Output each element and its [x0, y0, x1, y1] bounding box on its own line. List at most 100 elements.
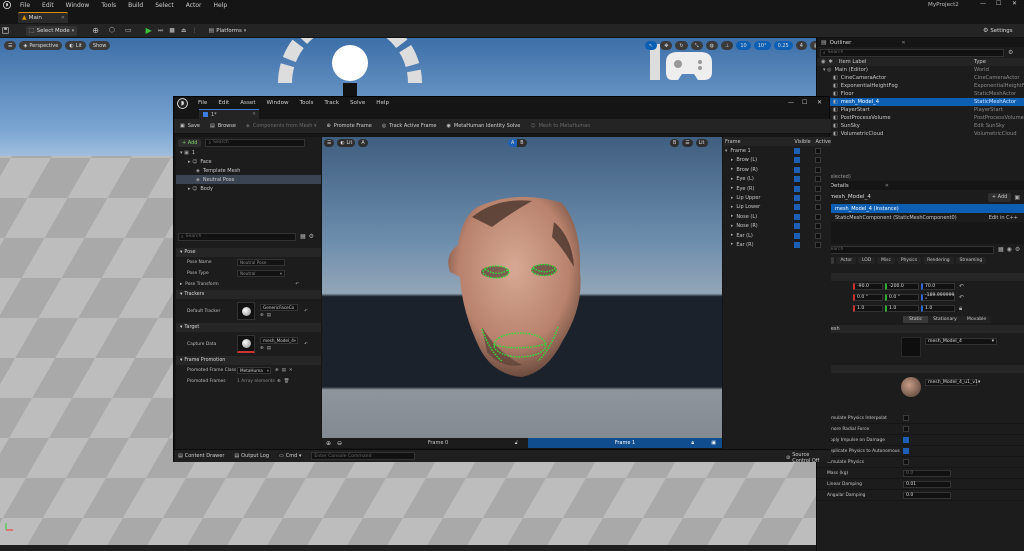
rotation-z-field[interactable]: -189.999999 °	[921, 293, 955, 303]
menu-edit[interactable]: Edit	[42, 2, 54, 9]
save-all-icon[interactable]	[2, 27, 14, 34]
expand-arrow-icon[interactable]: ▸	[731, 224, 733, 229]
tracker-row[interactable]: ▸ Eye (L)	[723, 175, 831, 184]
details-tab-misc[interactable]: Misc	[877, 256, 895, 264]
tracker-row[interactable]: ▾ Frame 1	[723, 146, 831, 155]
pose-name-field[interactable]: Neutral Pose	[237, 259, 285, 266]
tracker-visible-checkbox[interactable]	[794, 185, 801, 192]
tracker-row[interactable]: ▸ Eye (R)	[723, 184, 831, 193]
close-button[interactable]: ✕	[1012, 0, 1017, 7]
details-settings-icon[interactable]: ⚙	[1015, 246, 1020, 253]
mh-vp-b-menu-button[interactable]: ☰	[682, 139, 693, 147]
tracker-active-checkbox[interactable]	[815, 157, 822, 164]
tracker-active-checkbox[interactable]	[815, 148, 822, 155]
mh-menu-help[interactable]: Help	[376, 100, 389, 106]
lock-scale-icon[interactable]: 🔒︎	[959, 305, 962, 313]
pose-section-header[interactable]: ▾ Pose	[176, 248, 321, 257]
scale-tool-icon[interactable]: ⤡	[690, 41, 703, 50]
tracker-row[interactable]: ▸ Brow (R)	[723, 165, 831, 174]
outliner-row[interactable]: ◧ PlayerStart PlayerStart	[817, 106, 1024, 114]
property-matrix-icon[interactable]: ▦	[998, 246, 1004, 253]
expand-arrow-icon[interactable]: ▸	[731, 205, 733, 210]
delete-icon[interactable]: 🗑︎	[284, 379, 290, 384]
details-tab-rendering[interactable]: Rendering	[923, 256, 954, 264]
tracker-visible-checkbox[interactable]	[794, 232, 801, 239]
expand-arrow-icon[interactable]: ▸	[731, 177, 733, 182]
maximize-button[interactable]: ☐	[996, 0, 1001, 7]
capture-data-picker[interactable]: mesh_Model_4 ▾	[260, 337, 298, 344]
perspective-button[interactable]: ◈ Perspective	[19, 41, 63, 50]
details-tab-lod[interactable]: LOD	[858, 256, 876, 264]
mh-toolbar-metahuman-identity-solve[interactable]: ◉ MetaHuman Identity Solve	[447, 123, 521, 129]
mh-asset-tab[interactable]: 1* ✕	[199, 109, 259, 119]
outliner-close-icon[interactable]: ✕	[901, 40, 905, 46]
expand-arrow-icon[interactable]: ▸	[731, 158, 733, 163]
capture-thumbnail[interactable]	[237, 335, 255, 353]
tracker-visible-checkbox[interactable]	[794, 223, 801, 230]
reset-icon[interactable]: ↶	[304, 342, 308, 347]
property-checkbox[interactable]	[903, 437, 909, 443]
menu-help[interactable]: Help	[214, 2, 228, 9]
mobility-static[interactable]: Static	[903, 316, 929, 323]
tracker-active-checkbox[interactable]	[815, 241, 822, 248]
tree-item[interactable]: ▾ ▣ 1	[176, 148, 321, 157]
reset-location-icon[interactable]: ↶	[959, 283, 964, 290]
mh-toolbar-components-from-mesh[interactable]: ◈ Components from Mesh ▾	[246, 123, 317, 129]
tracker-row[interactable]: ▸ Brow (L)	[723, 156, 831, 165]
show-button[interactable]: Show	[88, 41, 111, 50]
col-type[interactable]: Type	[974, 59, 1024, 65]
rotation-y-field[interactable]: 0.0 °	[885, 294, 919, 301]
pose-transform-row[interactable]: ▸ Pose Transform ↶	[176, 279, 321, 290]
view-a-button[interactable]: A	[508, 139, 518, 147]
minimize-button[interactable]: —	[980, 0, 986, 7]
property-field[interactable]: 0.0	[903, 469, 951, 477]
tracker-active-checkbox[interactable]	[815, 195, 822, 202]
tracker-row[interactable]: ▸ Ear (L)	[723, 231, 831, 240]
tracker-visible-checkbox[interactable]	[794, 195, 801, 202]
mh-vp-lit-button[interactable]: ◐ Lit	[337, 139, 356, 147]
add-frame-icon[interactable]: ⊕	[326, 440, 331, 447]
tracker-row[interactable]: ▸ Ear (R)	[723, 240, 831, 249]
mh-menu-tools[interactable]: Tools	[300, 100, 314, 106]
mh-details-settings-icon[interactable]: ⚙	[309, 233, 314, 240]
property-field[interactable]: 0.0	[903, 491, 951, 499]
cmd-dropdown[interactable]: ▭ Cmd ▾	[279, 453, 301, 459]
clear-icon[interactable]: ✕	[289, 368, 293, 373]
tracker-visible-checkbox[interactable]	[794, 157, 801, 164]
mh-minimize-button[interactable]: —	[788, 99, 794, 106]
mobility-movable[interactable]: Movable	[961, 316, 992, 323]
edit-in-cpp-link[interactable]: Edit in C++	[989, 215, 1018, 221]
details-tab-streaming[interactable]: Streaming	[955, 256, 987, 264]
tree-item[interactable]: ▸ ☺ Body	[176, 184, 321, 193]
tracker-active-checkbox[interactable]	[815, 204, 822, 211]
transform-section-header[interactable]: ▾	[817, 273, 1024, 281]
details-tab-physics[interactable]: Physics	[896, 256, 922, 264]
output-log-button[interactable]: ▤ Output Log	[234, 453, 269, 459]
view-b-button[interactable]: B	[517, 139, 527, 147]
material-picker[interactable]: mesh_Model_4_u1_v1 ▾	[925, 378, 980, 386]
expand-arrow-icon[interactable]: ▸	[731, 242, 733, 247]
eye-icon[interactable]: ◉	[1007, 246, 1012, 253]
expand-arrow-icon[interactable]: ▸	[731, 214, 733, 219]
outliner-row[interactable]: ◧ mesh_Model_4 StaticMeshActor	[817, 98, 1024, 106]
tracker-visible-checkbox[interactable]	[794, 213, 801, 220]
tracker-active-checkbox[interactable]	[815, 166, 822, 173]
lit-button[interactable]: ◐ Lit	[65, 41, 86, 50]
use-selected-icon[interactable]: ⊕	[260, 346, 264, 351]
outliner-row[interactable]: ▾ ◎ Main (Editor) World	[817, 66, 1024, 74]
mh-maximize-button[interactable]: ☐	[802, 99, 807, 106]
outliner-row[interactable]: ◧ Floor StaticMeshActor	[817, 90, 1024, 98]
mh-close-button[interactable]: ✕	[817, 99, 822, 106]
details-search-input[interactable]: ⌕ Search	[820, 245, 994, 254]
play-icon[interactable]: ▶	[146, 26, 152, 35]
mh-vp-b-button[interactable]: B	[670, 139, 680, 147]
mobility-stationary[interactable]: Stationary	[928, 316, 962, 323]
outliner-row[interactable]: ◧ CineCameraActor CineCameraActor	[817, 74, 1024, 82]
mh-toolbar-save[interactable]: ▣ Save	[180, 123, 200, 129]
menu-tools[interactable]: Tools	[101, 2, 116, 9]
mh-menu-edit[interactable]: Edit	[218, 100, 229, 106]
tree-item[interactable]: ▸ ☺ Face	[176, 157, 321, 166]
mh-menu-file[interactable]: File	[198, 100, 207, 106]
blueprint-add-icon[interactable]: ▣	[1014, 194, 1020, 201]
platforms-button[interactable]: ▤ Platforms ▾	[206, 26, 250, 36]
